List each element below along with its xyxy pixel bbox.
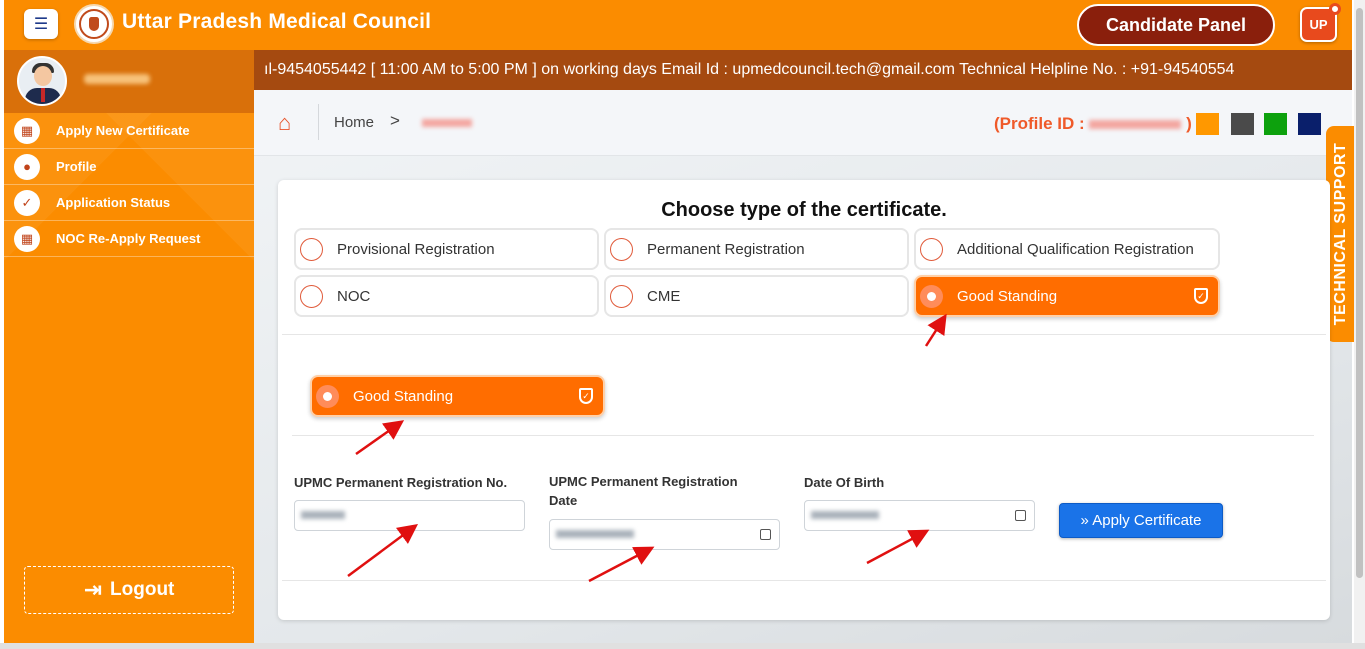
breadcrumb-divider	[318, 104, 319, 140]
reg-date-label: UPMC Permanent Registration Date	[549, 474, 738, 508]
redacted-breadcrumb	[422, 119, 472, 127]
user-icon: ●	[14, 153, 40, 180]
option-label: NOC	[337, 287, 371, 305]
sidebar-profile	[4, 50, 254, 113]
theme-swatch-gray[interactable]	[1231, 113, 1254, 135]
sidebar: ▦ Apply New Certificate ● Profile ✓ Appl…	[4, 50, 254, 643]
option-label: CME	[647, 287, 681, 305]
option-good-standing[interactable]: Good Standing ✓	[914, 275, 1220, 317]
redacted-value	[556, 530, 634, 538]
technical-support-tab[interactable]: TECHNICAL SUPPORT	[1326, 126, 1356, 342]
council-logo	[74, 4, 114, 44]
ticker-text: ıl-9454055442 [ 11:00 AM to 5:00 PM ] on…	[264, 61, 1235, 78]
info-ticker: ıl-9454055442 [ 11:00 AM to 5:00 PM ] on…	[254, 50, 1352, 90]
profile-id-prefix: (Profile ID :	[994, 114, 1085, 133]
candidate-panel-button[interactable]: Candidate Panel	[1077, 4, 1275, 46]
dob-label: Date Of Birth	[804, 475, 885, 490]
divider	[282, 334, 1326, 335]
home-icon[interactable]: ⌂	[278, 110, 291, 136]
logout-label: Logout	[110, 579, 175, 600]
radio-checked-icon	[920, 284, 943, 308]
option-label: Permanent Registration	[647, 240, 805, 258]
window-bottom-edge	[0, 643, 1365, 649]
radio-icon	[300, 237, 323, 261]
chevron-right-icon: >	[390, 111, 400, 130]
sidebar-item-label: Apply New Certificate	[56, 123, 190, 138]
reg-no-input[interactable]	[294, 500, 525, 531]
selected-good-standing-chip[interactable]: Good Standing ✓	[310, 375, 605, 417]
card-title: Choose type of the certificate.	[661, 199, 947, 221]
redacted-profile-id	[1089, 120, 1182, 130]
user-badge-label: UP	[1309, 17, 1328, 32]
top-header: ☰ Uttar Pradesh Medical Council Candidat…	[4, 0, 1352, 50]
radio-icon	[610, 237, 633, 261]
breadcrumb: ⌂ Home > (Profile ID : )	[254, 90, 1352, 156]
technical-support-label: TECHNICAL SUPPORT	[1332, 142, 1349, 326]
selected-chip-label: Good Standing	[353, 387, 454, 405]
radio-icon	[610, 284, 633, 308]
sidebar-item-noc-reapply[interactable]: ▦ NOC Re-Apply Request	[4, 221, 254, 257]
menu-icon: ☰	[33, 16, 49, 33]
certificate-card: Choose type of the certificate. Provisio…	[278, 180, 1330, 620]
notification-dot	[1329, 3, 1341, 15]
breadcrumb-home-link[interactable]: Home	[334, 114, 374, 131]
calendar-icon[interactable]	[1015, 510, 1026, 521]
shield-check-icon: ✓	[1194, 288, 1208, 304]
option-label: Additional Qualification Registration	[957, 240, 1194, 258]
option-label: Good Standing	[957, 287, 1058, 305]
sidebar-nav: ▦ Apply New Certificate ● Profile ✓ Appl…	[4, 113, 254, 257]
option-noc[interactable]: NOC	[294, 275, 599, 317]
dob-input[interactable]	[804, 500, 1035, 531]
sidebar-item-label: Profile	[56, 159, 97, 174]
profile-id: (Profile ID : )	[994, 114, 1192, 134]
theme-swatch-orange[interactable]	[1196, 113, 1219, 135]
profile-id-suffix: )	[1186, 114, 1192, 133]
scrollbar[interactable]	[1354, 0, 1365, 649]
emblem-icon	[79, 9, 109, 39]
scrollbar-thumb[interactable]	[1356, 8, 1363, 578]
option-cme[interactable]: CME	[604, 275, 909, 317]
redacted-value	[811, 511, 879, 519]
reg-date-input[interactable]	[549, 519, 780, 550]
sidebar-item-application-status[interactable]: ✓ Application Status	[4, 185, 254, 221]
divider	[292, 435, 1314, 436]
logout-icon: ⇥	[83, 577, 103, 602]
redacted-username	[84, 74, 150, 84]
sidebar-item-apply-new-certificate[interactable]: ▦ Apply New Certificate	[4, 113, 254, 149]
check-circle-icon: ✓	[14, 189, 40, 216]
apply-certificate-button[interactable]: » Apply Certificate	[1059, 503, 1223, 538]
logout-button[interactable]: ⇥ Logout	[24, 566, 234, 614]
sidebar-item-label: NOC Re-Apply Request	[56, 231, 201, 246]
reg-no-label: UPMC Permanent Registration No.	[294, 475, 508, 490]
grid-icon: ▦	[14, 225, 40, 252]
theme-swatch-green[interactable]	[1264, 113, 1287, 135]
option-additional-qualification[interactable]: Additional Qualification Registration	[914, 228, 1220, 270]
option-provisional-registration[interactable]: Provisional Registration	[294, 228, 599, 270]
theme-swatch-navy[interactable]	[1298, 113, 1321, 135]
option-label: Provisional Registration	[337, 240, 495, 258]
sidebar-item-label: Application Status	[56, 195, 171, 210]
sidebar-item-profile[interactable]: ● Profile	[4, 149, 254, 185]
radio-checked-icon	[316, 384, 339, 408]
divider	[282, 580, 1326, 581]
radio-icon	[300, 284, 323, 308]
option-permanent-registration[interactable]: Permanent Registration	[604, 228, 909, 270]
app-title: Uttar Pradesh Medical Council	[122, 10, 432, 33]
shield-check-icon: ✓	[579, 388, 593, 404]
avatar[interactable]	[17, 56, 67, 106]
user-menu-button[interactable]: UP	[1300, 3, 1341, 42]
radio-icon	[920, 237, 943, 261]
grid-icon: ▦	[14, 117, 40, 144]
redacted-value	[301, 511, 345, 519]
hamburger-menu-button[interactable]: ☰	[24, 9, 58, 39]
calendar-icon[interactable]	[760, 529, 771, 540]
